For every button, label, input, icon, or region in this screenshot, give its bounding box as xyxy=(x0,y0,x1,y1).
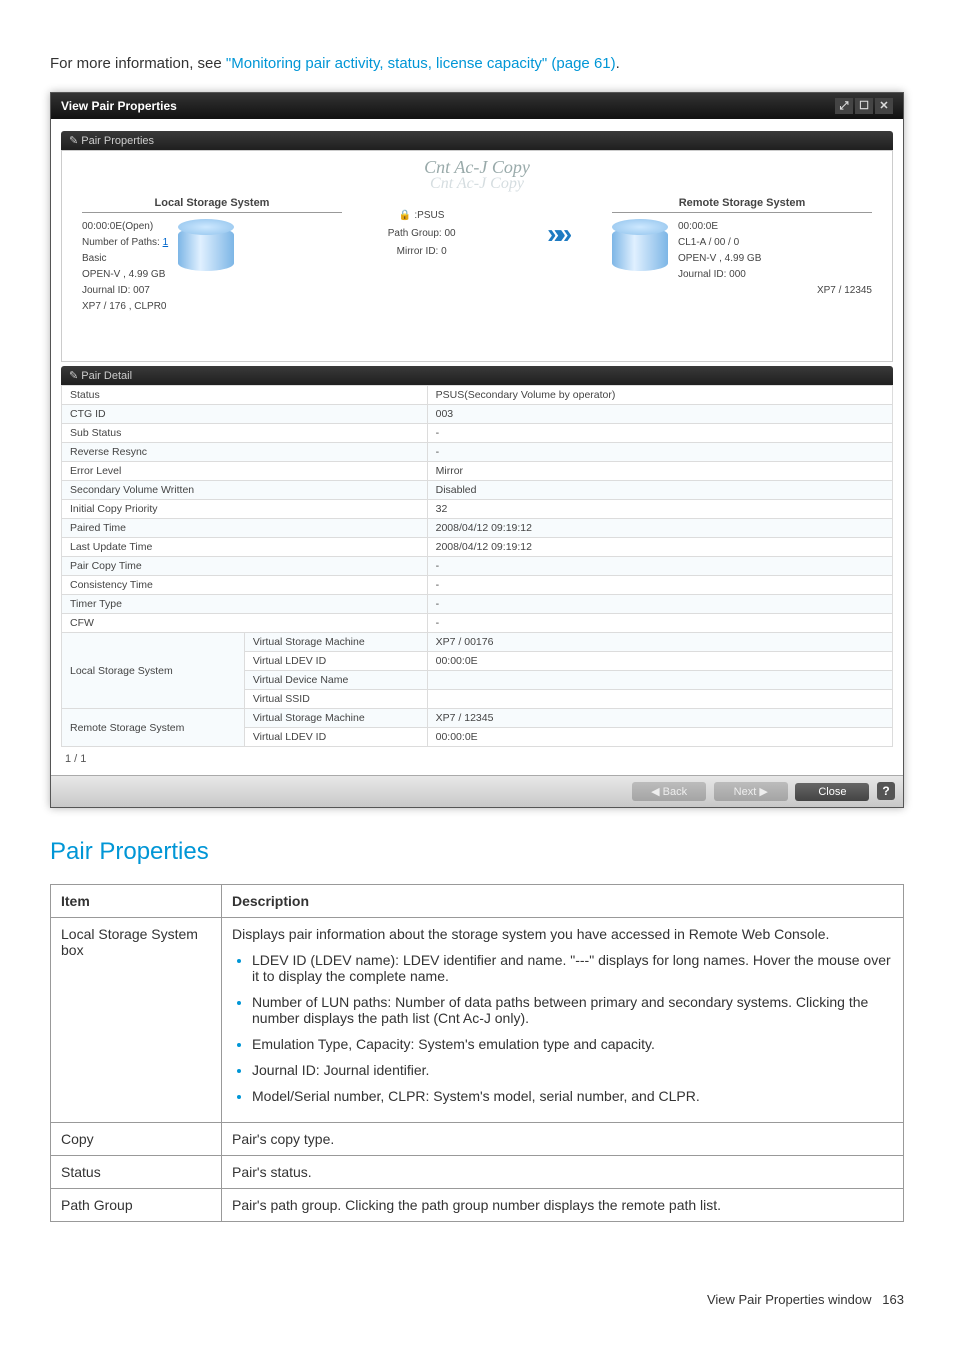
col-header-description: Description xyxy=(222,885,904,918)
local-storage-footer: XP7 / 176 , CLPR0 xyxy=(82,301,342,312)
table-row: Initial Copy Priority32 xyxy=(62,500,893,519)
description-cell: Pair's status. xyxy=(222,1156,904,1189)
col-header-item: Item xyxy=(51,885,222,918)
path-group-link[interactable]: 00 xyxy=(444,228,455,239)
close-button[interactable]: Close xyxy=(795,783,869,801)
table-row: Remote Storage SystemVirtual Storage Mac… xyxy=(62,709,893,728)
local-capacity: OPEN-V , 4.99 GB xyxy=(82,267,168,283)
pair-status: :PSUS xyxy=(414,210,444,221)
table-row: Consistency Time- xyxy=(62,576,893,595)
list-item: Journal ID: Journal identifier. xyxy=(252,1062,893,1078)
pair-mid-info: :PSUS Path Group: 00 Mirror ID: 0 xyxy=(388,207,456,261)
remote-volume-icon xyxy=(612,219,668,275)
table-row: Error LevelMirror xyxy=(62,462,893,481)
table-row: Sub Status- xyxy=(62,424,893,443)
table-row: Local Storage SystemVirtual Storage Mach… xyxy=(62,633,893,652)
back-button[interactable]: ◀ Back xyxy=(632,782,706,801)
window-restore-button[interactable]: ⤢ xyxy=(835,98,853,114)
remote-journal: Journal ID: 000 xyxy=(678,267,761,283)
table-row: Paired Time2008/04/12 09:19:12 xyxy=(62,519,893,538)
table-row: Last Update Time2008/04/12 09:19:12 xyxy=(62,538,893,557)
table-row: Timer Type- xyxy=(62,595,893,614)
description-cell: Displays pair information about the stor… xyxy=(222,918,904,1123)
table-row: Path Group Pair's path group. Clicking t… xyxy=(51,1189,904,1222)
window-maximize-button[interactable]: ☐ xyxy=(855,98,873,114)
table-row: Status Pair's status. xyxy=(51,1156,904,1189)
local-paths-link[interactable]: 1 xyxy=(163,237,169,248)
next-button[interactable]: Next ▶ xyxy=(714,782,788,801)
local-ldev: 00:00:0E(Open) xyxy=(82,219,168,235)
pair-diagram: Cnt Ac-J Copy Cnt Ac-J Copy Local Storag… xyxy=(61,150,893,362)
list-item: Emulation Type, Capacity: System's emula… xyxy=(252,1036,893,1052)
pager: 1 / 1 xyxy=(61,747,893,769)
dialog-titlebar: View Pair Properties ⤢ ☐ ✕ xyxy=(51,93,903,119)
mirror-id: Mirror ID: 0 xyxy=(388,243,456,261)
table-row: Pair Copy Time- xyxy=(62,557,893,576)
intro-text: For more information, see "Monitoring pa… xyxy=(50,55,904,72)
window-close-button[interactable]: ✕ xyxy=(875,98,893,114)
lock-icon xyxy=(399,210,414,221)
local-emulation: Basic xyxy=(82,251,168,267)
list-item: Model/Serial number, CLPR: System's mode… xyxy=(252,1088,893,1104)
table-row: Copy Pair's copy type. xyxy=(51,1123,904,1156)
list-item: Number of LUN paths: Number of data path… xyxy=(252,994,893,1026)
item-cell: Status xyxy=(51,1156,222,1189)
local-storage-header: Local Storage System xyxy=(82,197,342,213)
remote-storage-header: Remote Storage System xyxy=(612,197,872,213)
help-button[interactable]: ? xyxy=(877,782,895,800)
item-cell: Path Group xyxy=(51,1189,222,1222)
dialog-title: View Pair Properties xyxy=(61,99,177,113)
local-volume-icon xyxy=(178,219,234,275)
table-row: StatusPSUS(Secondary Volume by operator) xyxy=(62,386,893,405)
view-pair-properties-dialog: View Pair Properties ⤢ ☐ ✕ ✎ Pair Proper… xyxy=(50,92,904,808)
page-heading: Pair Properties xyxy=(50,838,904,866)
remote-port: CL1-A / 00 / 0 xyxy=(678,235,761,251)
local-storage-info: 00:00:0E(Open) Number of Paths: 1 Basic … xyxy=(82,219,168,299)
item-cell: Local Storage System box xyxy=(51,918,222,1123)
list-item: LDEV ID (LDEV name): LDEV identifier and… xyxy=(252,952,893,984)
pair-detail-section-header: ✎ Pair Detail xyxy=(61,366,893,385)
item-cell: Copy xyxy=(51,1123,222,1156)
intro-prefix: For more information, see xyxy=(50,55,226,72)
local-journal: Journal ID: 007 xyxy=(82,283,168,299)
page-footer-label: View Pair Properties window xyxy=(707,1292,872,1307)
remote-storage-footer: XP7 / 12345 xyxy=(612,285,872,296)
page-number: 163 xyxy=(882,1292,904,1307)
remote-storage-info: 00:00:0E CL1-A / 00 / 0 OPEN-V , 4.99 GB… xyxy=(678,219,761,283)
page-footer: View Pair Properties window 163 xyxy=(50,1292,904,1307)
pair-detail-table: StatusPSUS(Secondary Volume by operator)… xyxy=(61,385,893,747)
intro-suffix: . xyxy=(616,55,620,72)
window-controls: ⤢ ☐ ✕ xyxy=(835,98,893,114)
dialog-footer: ◀ Back Next ▶ Close ? xyxy=(51,775,903,807)
replication-arrow-icon: »» xyxy=(547,218,566,250)
intro-link[interactable]: "Monitoring pair activity, status, licen… xyxy=(226,55,616,72)
table-row: Reverse Resync- xyxy=(62,443,893,462)
table-row: Secondary Volume WrittenDisabled xyxy=(62,481,893,500)
remote-ldev: 00:00:0E xyxy=(678,219,761,235)
local-paths-label: Number of Paths: xyxy=(82,237,160,248)
description-cell: Pair's copy type. xyxy=(222,1123,904,1156)
copy-type-title-shadow: Cnt Ac-J Copy xyxy=(62,175,892,193)
table-row: CFW- xyxy=(62,614,893,633)
pair-properties-section-header: ✎ Pair Properties xyxy=(61,131,893,150)
description-cell: Pair's path group. Clicking the path gro… xyxy=(222,1189,904,1222)
table-row: CTG ID003 xyxy=(62,405,893,424)
path-group-label: Path Group: xyxy=(388,228,442,239)
table-row: Local Storage System box Displays pair i… xyxy=(51,918,904,1123)
properties-description-table: Item Description Local Storage System bo… xyxy=(50,884,904,1222)
remote-capacity: OPEN-V , 4.99 GB xyxy=(678,251,761,267)
